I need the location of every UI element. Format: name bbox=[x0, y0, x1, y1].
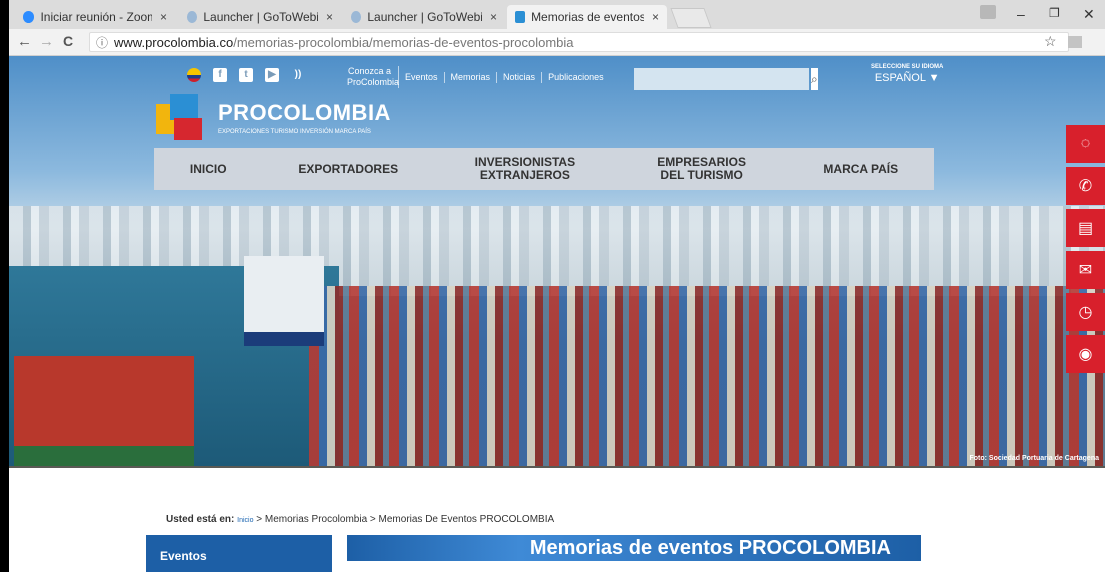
tab-close-icon[interactable]: × bbox=[326, 10, 333, 24]
zoom-icon bbox=[23, 11, 35, 23]
flag-icon bbox=[187, 68, 201, 82]
back-icon[interactable]: ← bbox=[17, 33, 32, 50]
logo-name: PROCOLOMBIA bbox=[218, 100, 391, 125]
tab-title: Launcher | GoToWebinar bbox=[367, 10, 482, 24]
language-label: SELECCIONE SU IDIOMA bbox=[871, 64, 944, 70]
location-icon[interactable]: ◉ bbox=[1066, 335, 1105, 373]
nav-empresarios[interactable]: EMPRESARIOS DEL TURISMO bbox=[652, 156, 752, 182]
sidebar-eventos-title: Eventos bbox=[146, 535, 332, 572]
breadcrumb-home-link[interactable]: Inicio bbox=[237, 517, 253, 524]
tab-strip: Iniciar reunión - Zoom × Launcher | GoTo… bbox=[9, 0, 1105, 29]
bookmark-star-icon[interactable]: ☆ bbox=[1044, 33, 1057, 50]
site-search-input[interactable] bbox=[634, 68, 811, 90]
tab-memorias[interactable]: Memorias de eventos PR × bbox=[507, 5, 667, 29]
link-publicaciones[interactable]: Publicaciones bbox=[542, 72, 610, 83]
side-action-buttons: ◌ ✆ ▤ ✉ ◷ ◉ bbox=[1066, 125, 1105, 377]
address-bar[interactable]: ⓘ www.procolombia.co /memorias-procolomb… bbox=[89, 32, 1069, 52]
link-eventos[interactable]: Eventos bbox=[399, 71, 445, 83]
new-tab-button[interactable] bbox=[670, 8, 712, 28]
photo-credit: Foto: Sociedad Portuaria de Cartagena bbox=[969, 455, 1099, 462]
breadcrumb-lead: Usted está en: bbox=[166, 514, 235, 525]
container-yard-image bbox=[309, 286, 1105, 466]
tab-close-icon[interactable]: × bbox=[160, 10, 167, 24]
url-domain: www.procolombia.co bbox=[114, 34, 234, 50]
tab-zoom[interactable]: Iniciar reunión - Zoom × bbox=[15, 5, 175, 29]
rss-icon[interactable]: )) bbox=[291, 68, 305, 82]
main-navigation: INICIO EXPORTADORES INVERSIONISTAS EXTRA… bbox=[154, 148, 934, 190]
tab-close-icon[interactable]: × bbox=[652, 10, 659, 24]
ship-image bbox=[244, 256, 324, 346]
logo-tagline: EXPORTACIONES TURISMO INVERSIÓN MARCA PA… bbox=[218, 129, 371, 135]
nav-exportadores[interactable]: EXPORTADORES bbox=[298, 162, 398, 176]
hero-banner: f t ▶ )) Conozca a ProColombia Eventos M… bbox=[9, 56, 1105, 468]
youtube-icon[interactable]: ▶ bbox=[265, 68, 279, 82]
language-value: ESPAÑOL ▼ bbox=[874, 72, 940, 84]
nav-inversionistas[interactable]: INVERSIONISTAS EXTRANJEROS bbox=[470, 156, 580, 182]
extension-icon[interactable] bbox=[1068, 36, 1082, 48]
tab-title: Iniciar reunión - Zoom bbox=[40, 10, 152, 24]
profile-icon[interactable] bbox=[980, 5, 996, 19]
site-info-icon[interactable]: ⓘ bbox=[96, 34, 108, 51]
search-icon[interactable]: ⌕ bbox=[811, 68, 818, 90]
procolombia-icon bbox=[515, 11, 526, 23]
tab-title: Launcher | GoToWebinar bbox=[203, 10, 318, 24]
browser-window: Iniciar reunión - Zoom × Launcher | GoTo… bbox=[9, 0, 1105, 572]
clock-icon[interactable]: ◷ bbox=[1066, 293, 1105, 331]
link-conozca[interactable]: Conozca a ProColombia bbox=[341, 66, 399, 88]
gotowebinar-icon bbox=[187, 11, 198, 23]
nav-marca-pais[interactable]: MARCA PAÍS bbox=[823, 162, 898, 176]
twitter-icon[interactable]: t bbox=[239, 68, 253, 82]
breadcrumb-rest: > Memorias Procolombia > Memorias De Eve… bbox=[253, 514, 555, 525]
contact-card-icon[interactable]: ▤ bbox=[1066, 209, 1105, 247]
breadcrumb: Usted está en: Inicio > Memorias Procolo… bbox=[166, 514, 554, 525]
minimize-icon[interactable]: – bbox=[1017, 6, 1025, 22]
tab-gotowebinar-1[interactable]: Launcher | GoToWebinar × bbox=[179, 5, 341, 29]
tab-title: Memorias de eventos PR bbox=[531, 10, 644, 24]
tab-close-icon[interactable]: × bbox=[490, 10, 497, 24]
window-close-icon[interactable]: ✕ bbox=[1083, 6, 1095, 23]
facebook-icon[interactable]: f bbox=[213, 68, 227, 82]
link-noticias[interactable]: Noticias bbox=[497, 71, 543, 83]
language-selector[interactable]: SELECCIONE SU IDIOMA ESPAÑOL ▼ bbox=[871, 64, 943, 84]
cargo-ship-image bbox=[14, 356, 194, 466]
procolombia-logo[interactable]: PROCOLOMBIA EXPORTACIONES TURISMO INVERS… bbox=[156, 94, 391, 144]
nav-inicio[interactable]: INICIO bbox=[190, 162, 227, 176]
mail-icon[interactable]: ✉ bbox=[1066, 251, 1105, 289]
top-links: Conozca a ProColombia Eventos Memorias N… bbox=[341, 66, 610, 88]
gotowebinar-icon bbox=[351, 11, 362, 23]
restore-icon[interactable]: ❐ bbox=[1049, 6, 1060, 20]
chat-icon[interactable]: ◌ bbox=[1066, 125, 1105, 163]
social-links: f t ▶ )) bbox=[187, 68, 305, 82]
forward-icon[interactable]: → bbox=[39, 33, 54, 50]
browser-toolbar: ← → C ⓘ www.procolombia.co /memorias-pro… bbox=[9, 29, 1105, 56]
page-title: Memorias de eventos PROCOLOMBIA bbox=[347, 535, 921, 561]
link-memorias[interactable]: Memorias bbox=[445, 71, 498, 83]
site-search: ⌕ bbox=[634, 68, 818, 90]
logo-mark-icon bbox=[156, 94, 206, 144]
url-path: /memorias-procolombia/memorias-de-evento… bbox=[233, 34, 574, 50]
tab-gotowebinar-2[interactable]: Launcher | GoToWebinar × bbox=[343, 5, 505, 29]
phone-icon[interactable]: ✆ bbox=[1066, 167, 1105, 205]
reload-icon[interactable]: C bbox=[63, 33, 73, 49]
